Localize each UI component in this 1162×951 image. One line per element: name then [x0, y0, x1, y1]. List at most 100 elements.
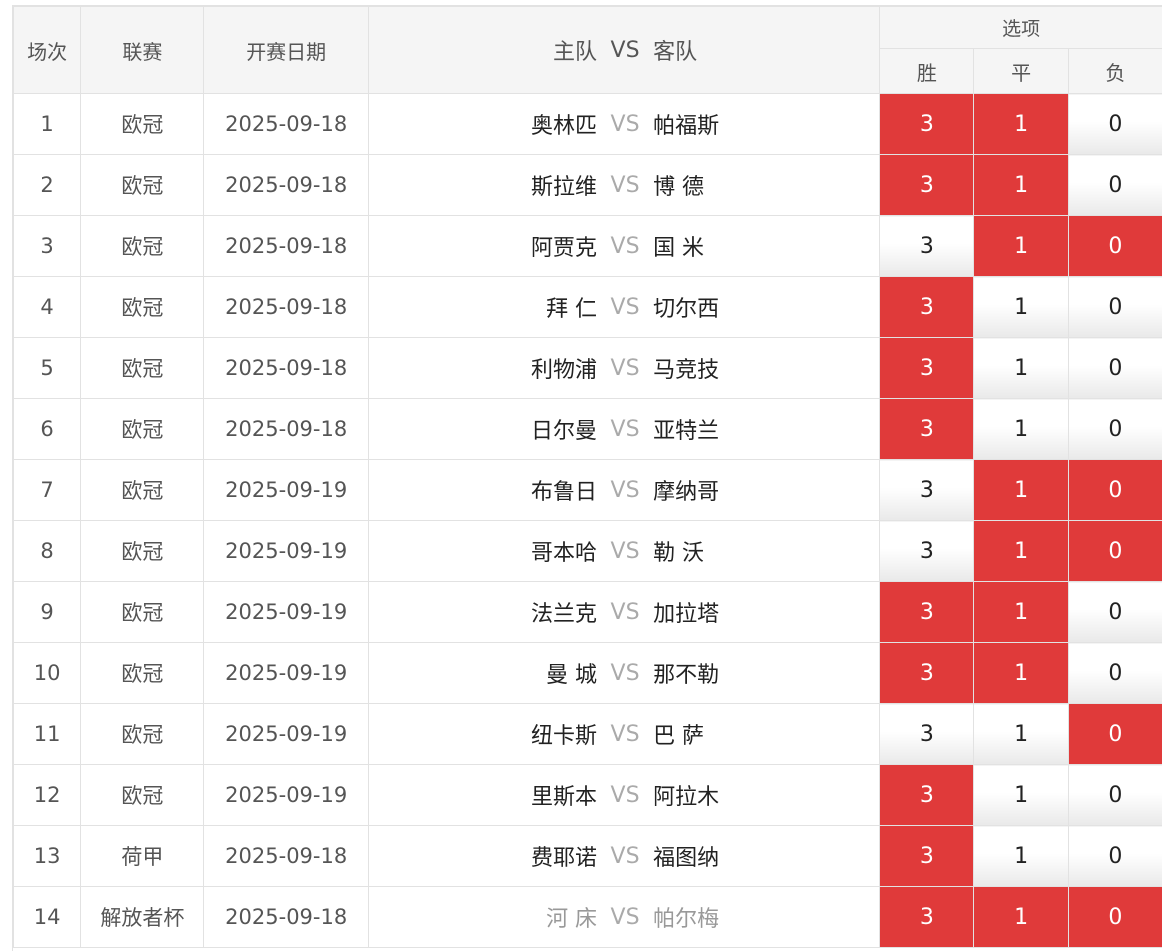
- option-lose-button[interactable]: 0: [1068, 155, 1162, 216]
- option-draw-button[interactable]: 1: [974, 521, 1068, 582]
- option-draw-button[interactable]: 1: [974, 216, 1068, 277]
- match-number: 12: [14, 765, 81, 826]
- match-number: 3: [14, 216, 81, 277]
- option-draw-button[interactable]: 1: [974, 277, 1068, 338]
- league-name: 欧冠: [81, 155, 204, 216]
- match-teams: 奥林匹 VS 帕福斯: [368, 94, 879, 155]
- match-teams: 河 床 VS 帕尔梅: [368, 887, 879, 948]
- home-team: 奥林匹: [369, 108, 597, 140]
- match-date: 2025-09-18: [204, 826, 368, 887]
- option-win-button[interactable]: 3: [880, 216, 974, 277]
- option-lose-button[interactable]: 0: [1068, 460, 1162, 521]
- vs-label: VS: [597, 905, 653, 930]
- option-win-button[interactable]: 3: [880, 582, 974, 643]
- option-lose-button[interactable]: 0: [1068, 582, 1162, 643]
- option-draw-button[interactable]: 1: [974, 460, 1068, 521]
- away-team: 那不勒: [653, 657, 879, 689]
- header-home: 主队: [369, 34, 597, 66]
- option-lose-button[interactable]: 0: [1068, 521, 1162, 582]
- vs-label: VS: [597, 783, 653, 808]
- home-team: 哥本哈: [369, 535, 597, 567]
- option-draw-button[interactable]: 1: [974, 155, 1068, 216]
- home-team: 里斯本: [369, 779, 597, 811]
- option-lose-button[interactable]: 0: [1068, 826, 1162, 887]
- league-name: 欧冠: [81, 338, 204, 399]
- match-teams: 阿贾克 VS 国 米: [368, 216, 879, 277]
- option-lose-button[interactable]: 0: [1068, 338, 1162, 399]
- table-row: 6 欧冠 2025-09-18 日尔曼 VS 亚特兰 3 1 0: [14, 399, 1162, 460]
- option-draw-button[interactable]: 1: [974, 826, 1068, 887]
- option-lose-button[interactable]: 0: [1068, 216, 1162, 277]
- away-team: 亚特兰: [653, 413, 879, 445]
- option-draw-button[interactable]: 1: [974, 582, 1068, 643]
- league-name: 欧冠: [81, 521, 204, 582]
- option-lose-button[interactable]: 0: [1068, 277, 1162, 338]
- vs-label: VS: [597, 722, 653, 747]
- option-lose-button[interactable]: 0: [1068, 887, 1162, 948]
- home-team: 布鲁日: [369, 474, 597, 506]
- home-team: 法兰克: [369, 596, 597, 628]
- match-number: 2: [14, 155, 81, 216]
- option-win-button[interactable]: 3: [880, 277, 974, 338]
- away-team: 帕福斯: [653, 108, 879, 140]
- option-win-button[interactable]: 3: [880, 94, 974, 155]
- option-win-button[interactable]: 3: [880, 643, 974, 704]
- match-number: 13: [14, 826, 81, 887]
- option-lose-button[interactable]: 0: [1068, 765, 1162, 826]
- match-table-container: 场次 联赛 开赛日期 主队 VS 客队 选项 胜 平 负 1 欧冠: [12, 5, 1162, 951]
- option-win-button[interactable]: 3: [880, 155, 974, 216]
- option-draw-button[interactable]: 1: [974, 887, 1068, 948]
- table-row: 3 欧冠 2025-09-18 阿贾克 VS 国 米 3 1 0: [14, 216, 1162, 277]
- vs-label: VS: [597, 295, 653, 320]
- table-row: 2 欧冠 2025-09-18 斯拉维 VS 博 德 3 1 0: [14, 155, 1162, 216]
- option-draw-button[interactable]: 1: [974, 704, 1068, 765]
- match-date: 2025-09-19: [204, 582, 368, 643]
- header-win: 胜: [880, 49, 974, 94]
- option-win-button[interactable]: 3: [880, 704, 974, 765]
- option-win-button[interactable]: 3: [880, 399, 974, 460]
- option-win-button[interactable]: 3: [880, 887, 974, 948]
- header-options: 选项: [880, 7, 1162, 49]
- header-date: 开赛日期: [204, 7, 368, 94]
- option-draw-button[interactable]: 1: [974, 94, 1068, 155]
- option-draw-button[interactable]: 1: [974, 765, 1068, 826]
- option-win-button[interactable]: 3: [880, 765, 974, 826]
- match-number: 11: [14, 704, 81, 765]
- option-win-button[interactable]: 3: [880, 521, 974, 582]
- option-win-button[interactable]: 3: [880, 460, 974, 521]
- header-vs: VS: [597, 38, 653, 63]
- vs-label: VS: [597, 173, 653, 198]
- option-lose-button[interactable]: 0: [1068, 643, 1162, 704]
- vs-label: VS: [597, 844, 653, 869]
- option-lose-button[interactable]: 0: [1068, 94, 1162, 155]
- header-no: 场次: [14, 7, 81, 94]
- match-date: 2025-09-18: [204, 155, 368, 216]
- header-league: 联赛: [81, 7, 204, 94]
- match-number: 4: [14, 277, 81, 338]
- option-draw-button[interactable]: 1: [974, 338, 1068, 399]
- vs-label: VS: [597, 661, 653, 686]
- away-team: 加拉塔: [653, 596, 879, 628]
- match-teams: 法兰克 VS 加拉塔: [368, 582, 879, 643]
- option-draw-button[interactable]: 1: [974, 399, 1068, 460]
- match-date: 2025-09-19: [204, 765, 368, 826]
- option-lose-button[interactable]: 0: [1068, 399, 1162, 460]
- option-win-button[interactable]: 3: [880, 338, 974, 399]
- table-row: 4 欧冠 2025-09-18 拜 仁 VS 切尔西 3 1 0: [14, 277, 1162, 338]
- option-win-button[interactable]: 3: [880, 826, 974, 887]
- home-team: 拜 仁: [369, 291, 597, 323]
- table-row: 7 欧冠 2025-09-19 布鲁日 VS 摩纳哥 3 1 0: [14, 460, 1162, 521]
- header-lose: 负: [1068, 49, 1162, 94]
- away-team: 摩纳哥: [653, 474, 879, 506]
- away-team: 福图纳: [653, 840, 879, 872]
- match-teams: 拜 仁 VS 切尔西: [368, 277, 879, 338]
- match-date: 2025-09-18: [204, 216, 368, 277]
- away-team: 勒 沃: [653, 535, 879, 567]
- away-team: 博 德: [653, 169, 879, 201]
- table-row: 5 欧冠 2025-09-18 利物浦 VS 马竞技 3 1 0: [14, 338, 1162, 399]
- league-name: 欧冠: [81, 216, 204, 277]
- match-date: 2025-09-19: [204, 460, 368, 521]
- option-lose-button[interactable]: 0: [1068, 704, 1162, 765]
- vs-label: VS: [597, 478, 653, 503]
- option-draw-button[interactable]: 1: [974, 643, 1068, 704]
